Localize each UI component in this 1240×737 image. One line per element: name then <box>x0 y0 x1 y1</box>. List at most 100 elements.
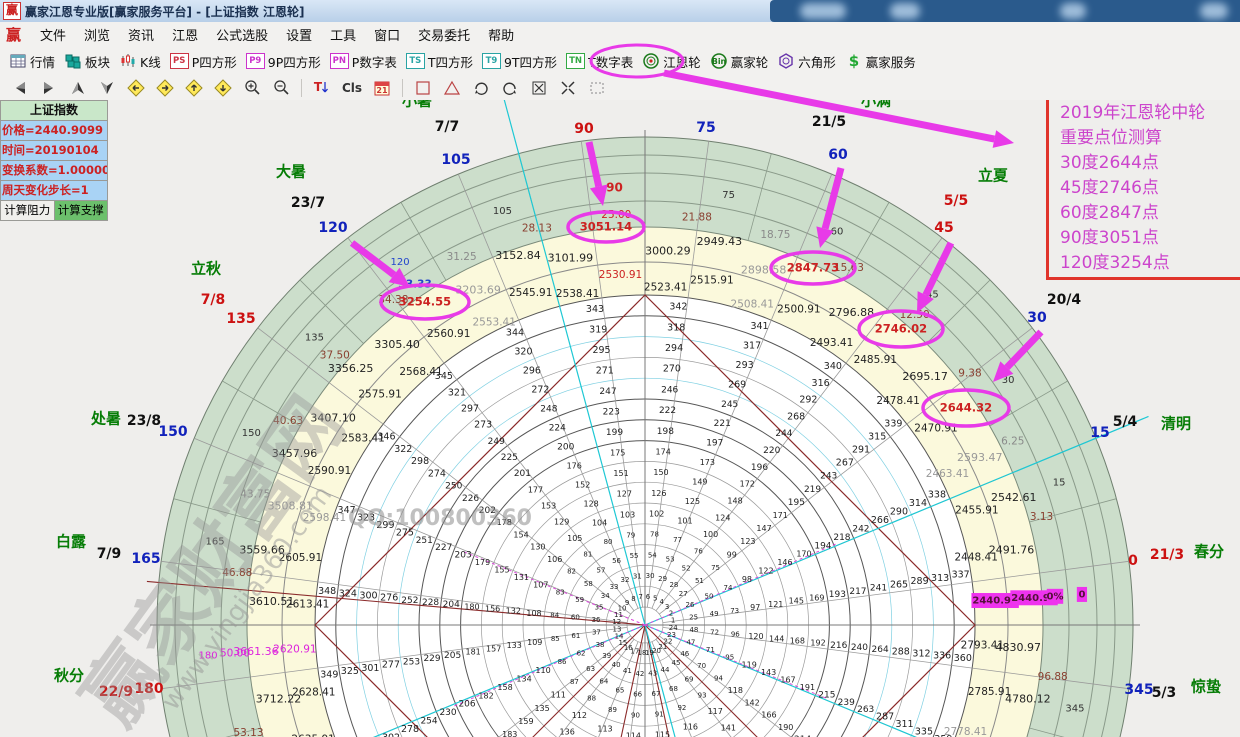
toolbar-label: 行情 <box>30 52 55 71</box>
menu-item-0[interactable]: 文件 <box>31 25 75 44</box>
draw-tool-t-arrow[interactable]: T <box>313 78 331 98</box>
svg-text:222: 222 <box>659 406 676 416</box>
svg-text:157: 157 <box>486 644 501 653</box>
panel-row-1: 时间=20190104 <box>1 141 107 161</box>
menu-item-1[interactable]: 浏览 <box>75 25 119 44</box>
menu-item-8[interactable]: 交易委托 <box>409 25 479 44</box>
svg-text:131: 131 <box>514 573 529 582</box>
toolbar-button-赢家轮[interactable]: Bin赢家轮 <box>710 52 769 71</box>
draw-tool-dia-left[interactable] <box>127 78 145 98</box>
svg-text:151: 151 <box>613 469 628 478</box>
toolbar-button-板块[interactable]: 板块 <box>64 52 110 71</box>
toolbar-separator <box>402 79 403 97</box>
svg-text:274: 274 <box>428 468 446 479</box>
rim-label: 立夏 <box>978 167 1009 185</box>
tri-right-icon <box>40 79 58 97</box>
svg-text:175: 175 <box>610 449 625 458</box>
svg-text:55: 55 <box>630 552 639 560</box>
draw-tool-dia-down[interactable] <box>214 78 232 98</box>
draw-tool-zoom-out[interactable] <box>272 78 290 98</box>
draw-tool-cls[interactable]: Cls <box>342 78 362 98</box>
svg-text:195: 195 <box>788 498 805 508</box>
panel-row-3: 周天变化步长=1 <box>1 181 107 201</box>
svg-text:95: 95 <box>725 654 734 662</box>
svg-text:172: 172 <box>740 480 755 489</box>
svg-text:63: 63 <box>586 665 595 673</box>
svg-text:9.38: 9.38 <box>958 367 981 379</box>
draw-tool-calendar[interactable]: 21 <box>373 78 391 98</box>
svg-text:2593.47: 2593.47 <box>957 451 1003 464</box>
toolbar-button-江恩轮[interactable]: 江恩轮 <box>642 52 701 71</box>
toolbar-button-六角形[interactable]: 六角形 <box>777 52 836 71</box>
titlebar-controls-blurred[interactable] <box>770 0 1240 22</box>
menu-item-2[interactable]: 资讯 <box>119 25 163 44</box>
svg-text:30: 30 <box>646 572 655 580</box>
rim-label: 21/3 <box>1150 547 1184 563</box>
menu-item-5[interactable]: 设置 <box>277 25 321 44</box>
titlebar: 赢 赢家江恩专业版[赢家服务平台] - [上证指数 江恩轮] <box>0 0 1240 23</box>
draw-tool-tri-up[interactable] <box>69 78 87 98</box>
draw-tool-triangle-outline[interactable] <box>443 78 461 98</box>
svg-text:314: 314 <box>909 498 927 509</box>
draw-tool-marquee[interactable] <box>588 78 606 98</box>
svg-text:206: 206 <box>458 700 475 710</box>
svg-text:318: 318 <box>667 322 685 333</box>
svg-text:21.88: 21.88 <box>682 211 712 223</box>
toolbar-button-赢家服务[interactable]: $赢家服务 <box>845 52 916 71</box>
toolbar-button-K线[interactable]: K线 <box>119 52 161 71</box>
svg-text:129: 129 <box>554 518 569 527</box>
rim-label: 60 <box>828 147 848 163</box>
menu-item-7[interactable]: 窗口 <box>365 25 409 44</box>
svg-text:23: 23 <box>667 631 676 639</box>
menu-item-3[interactable]: 江恩 <box>163 25 207 44</box>
draw-tool-tri-down[interactable] <box>98 78 116 98</box>
svg-text:37.50: 37.50 <box>320 349 350 361</box>
menu-item-4[interactable]: 公式选股 <box>207 25 277 44</box>
draw-tool-dia-right[interactable] <box>156 78 174 98</box>
toolbar-button-行情[interactable]: 行情 <box>9 52 55 71</box>
toolbar-button-9P四方形[interactable]: P99P四方形 <box>246 52 321 71</box>
draw-tool-tri-right[interactable] <box>40 78 58 98</box>
svg-text:152: 152 <box>575 481 590 490</box>
svg-text:T: T <box>314 80 323 94</box>
draw-tool-rotate-cw[interactable] <box>472 78 490 98</box>
draw-tool-shrink-icon[interactable] <box>559 78 577 98</box>
rim-label: 15 <box>1090 425 1109 441</box>
svg-text:59: 59 <box>575 596 584 604</box>
svg-text:216: 216 <box>830 641 847 651</box>
draw-tool-rotate-ccw[interactable] <box>501 78 519 98</box>
svg-text:96: 96 <box>731 630 740 638</box>
svg-text:165: 165 <box>206 536 225 547</box>
svg-text:45: 45 <box>926 289 939 300</box>
draw-tool-box-x[interactable] <box>530 78 548 98</box>
svg-text:183: 183 <box>502 730 517 737</box>
draw-tool-tri-left[interactable] <box>11 78 29 98</box>
draw-tool-square-outline[interactable] <box>414 78 432 98</box>
svg-text:2620.91: 2620.91 <box>273 643 316 655</box>
svg-text:35: 35 <box>595 603 604 611</box>
tri-left-icon <box>11 79 29 97</box>
panel-button-0[interactable]: 计算阻力 <box>1 201 55 220</box>
menu-item-9[interactable]: 帮助 <box>479 25 523 44</box>
svg-text:24: 24 <box>669 624 678 632</box>
svg-text:105: 105 <box>567 534 582 543</box>
rim-label: 20/4 <box>1047 292 1082 308</box>
toolbar-button-T四方形[interactable]: TST四方形 <box>406 52 473 71</box>
menu-item-6[interactable]: 工具 <box>321 25 365 44</box>
svg-text:316: 316 <box>812 378 830 389</box>
panel-button-1[interactable]: 计算支撑 <box>55 201 108 220</box>
svg-text:3000.29: 3000.29 <box>645 245 691 258</box>
svg-text:67: 67 <box>651 690 660 698</box>
svg-text:201: 201 <box>514 469 531 479</box>
draw-tool-zoom-in[interactable] <box>243 78 261 98</box>
toolbar-button-T数字表[interactable]: TNT数字表 <box>566 52 633 71</box>
toolbar-button-P数字表[interactable]: PNP数字表 <box>330 52 397 71</box>
svg-text:65: 65 <box>615 686 624 694</box>
toolbar-button-P四方形[interactable]: PSP四方形 <box>170 52 237 71</box>
draw-tool-dia-up[interactable] <box>185 78 203 98</box>
svg-text:64: 64 <box>599 678 608 686</box>
svg-text:2: 2 <box>669 609 673 617</box>
zoom-out-icon <box>272 79 290 97</box>
svg-text:224: 224 <box>549 424 566 434</box>
toolbar-button-9T四方形[interactable]: T99T四方形 <box>482 52 557 71</box>
